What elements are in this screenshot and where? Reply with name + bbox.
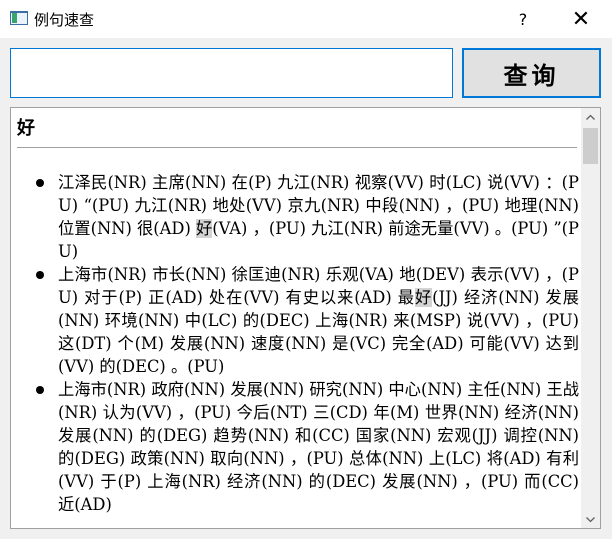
search-button[interactable]: 查询 (462, 48, 601, 98)
app-window-icon (10, 11, 28, 25)
close-button[interactable]: ✕ (558, 0, 604, 38)
results-content: 好 江泽民(NR) 主席(NN) 在(P) 九江(NR) 视察(VV) 时(LC… (11, 108, 581, 528)
title-bar: 例句速查 ? ✕ (0, 0, 612, 38)
scroll-down-arrow-icon[interactable] (581, 511, 600, 528)
scroll-up-arrow-icon[interactable] (581, 108, 600, 125)
keyword-heading: 好 (17, 118, 35, 139)
help-button[interactable]: ? (500, 0, 546, 38)
bullet-icon (36, 386, 44, 394)
vertical-scrollbar[interactable] (581, 108, 600, 528)
example-sentence: 上海市(NR) 政府(NN) 发展(NN) 研究(NN) 中心(NN) 主任(N… (11, 378, 581, 516)
bullet-icon (36, 271, 44, 279)
window-title: 例句速查 (34, 11, 95, 29)
search-input[interactable] (10, 48, 453, 98)
scroll-thumb[interactable] (583, 128, 598, 164)
example-sentence: 上海市(NR) 市长(NN) 徐匡迪(NR) 乐观(VA) 地(DEV) 表示(… (11, 263, 581, 378)
example-text-before: 上海市(NR) 政府(NN) 发展(NN) 研究(NN) 中心(NN) 主任(N… (58, 380, 579, 514)
heading-divider (17, 147, 577, 148)
keyword-highlight: 好 (414, 288, 433, 307)
keyword-highlight: 好 (195, 219, 213, 238)
bullet-icon (36, 179, 44, 187)
results-panel[interactable]: 好 江泽民(NR) 主席(NN) 在(P) 九江(NR) 视察(VV) 时(LC… (10, 107, 601, 529)
example-sentence: 江泽民(NR) 主席(NN) 在(P) 九江(NR) 视察(VV) 时(LC) … (11, 171, 581, 263)
example-list: 江泽民(NR) 主席(NN) 在(P) 九江(NR) 视察(VV) 时(LC) … (11, 171, 581, 516)
